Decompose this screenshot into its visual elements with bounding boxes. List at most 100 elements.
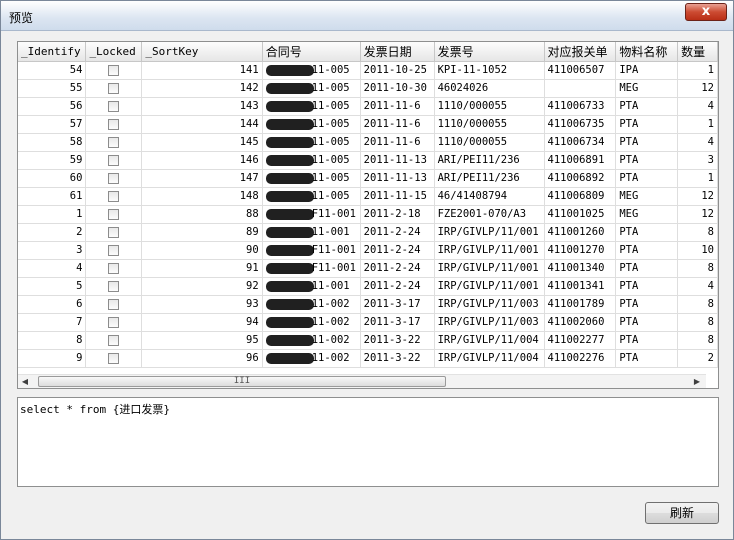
- contract-cell[interactable]: 11-005: [262, 187, 361, 206]
- column-header[interactable]: 发票日期: [360, 42, 435, 62]
- contract-cell[interactable]: 11-001: [262, 277, 361, 296]
- sortkey-cell[interactable]: 88: [141, 205, 263, 224]
- sortkey-cell[interactable]: 142: [141, 79, 263, 98]
- table-row[interactable]: 60 147 11-005 2011-11-13 ARI/PEI11/236 411006…: [18, 169, 718, 188]
- locked-cell[interactable]: [85, 277, 143, 296]
- customs-declaration-cell[interactable]: 411006734: [544, 133, 617, 152]
- quantity-cell[interactable]: 1: [677, 169, 718, 188]
- invoice-number-cell[interactable]: IRP/GIVLP/11/003: [434, 295, 545, 314]
- locked-checkbox[interactable]: [108, 82, 120, 94]
- locked-checkbox[interactable]: [108, 154, 120, 166]
- locked-checkbox[interactable]: [108, 334, 120, 346]
- table-row[interactable]: 6 93 11-002 2011-3-17 IRP/GIVLP/11/003 411001…: [18, 295, 718, 314]
- locked-checkbox[interactable]: [108, 64, 120, 76]
- locked-checkbox[interactable]: [108, 118, 120, 130]
- identify-cell[interactable]: 8: [18, 331, 87, 350]
- invoice-date-cell[interactable]: 2011-2-24: [360, 277, 435, 296]
- invoice-date-cell[interactable]: 2011-3-17: [360, 313, 435, 332]
- material-cell[interactable]: IPA: [615, 61, 679, 80]
- material-cell[interactable]: PTA: [615, 115, 679, 134]
- material-cell[interactable]: PTA: [615, 259, 679, 278]
- table-row[interactable]: 54 141 11-005 2011-10-25 KPI-11-1052 41100650…: [18, 61, 718, 80]
- sortkey-cell[interactable]: 93: [141, 295, 263, 314]
- identify-cell[interactable]: 60: [18, 169, 87, 188]
- contract-cell[interactable]: 11-005: [262, 79, 361, 98]
- quantity-cell[interactable]: 3: [677, 151, 718, 170]
- sortkey-cell[interactable]: 95: [141, 331, 263, 350]
- quantity-cell[interactable]: 8: [677, 223, 718, 242]
- column-header[interactable]: 发票号: [434, 42, 545, 62]
- customs-declaration-cell[interactable]: 411001340: [544, 259, 617, 278]
- quantity-cell[interactable]: 10: [677, 241, 718, 260]
- locked-cell[interactable]: [85, 349, 143, 368]
- locked-cell[interactable]: [85, 331, 143, 350]
- sortkey-cell[interactable]: 94: [141, 313, 263, 332]
- invoice-number-cell[interactable]: IRP/GIVLP/11/004: [434, 349, 545, 368]
- locked-cell[interactable]: [85, 223, 143, 242]
- customs-declaration-cell[interactable]: 411006809: [544, 187, 617, 206]
- identify-cell[interactable]: 55: [18, 79, 87, 98]
- material-cell[interactable]: PTA: [615, 277, 679, 296]
- close-button[interactable]: x: [685, 3, 727, 21]
- invoice-number-cell[interactable]: IRP/GIVLP/11/001: [434, 223, 545, 242]
- material-cell[interactable]: PTA: [615, 151, 679, 170]
- quantity-cell[interactable]: 8: [677, 313, 718, 332]
- customs-declaration-cell[interactable]: 411001260: [544, 223, 617, 242]
- table-row[interactable]: 59 146 11-005 2011-11-13 ARI/PEI11/236 411006…: [18, 151, 718, 170]
- table-row[interactable]: 1 88 F11-001 2011-2-18 FZE2001-070/A3 4110010…: [18, 205, 718, 224]
- identify-cell[interactable]: 7: [18, 313, 87, 332]
- quantity-cell[interactable]: 4: [677, 277, 718, 296]
- locked-cell[interactable]: [85, 259, 143, 278]
- invoice-number-cell[interactable]: 1110/000055: [434, 115, 545, 134]
- contract-cell[interactable]: 11-002: [262, 331, 361, 350]
- contract-cell[interactable]: F11-001: [262, 205, 361, 224]
- quantity-cell[interactable]: 8: [677, 295, 718, 314]
- invoice-date-cell[interactable]: 2011-11-13: [360, 151, 435, 170]
- scroll-right-icon[interactable]: ▶: [690, 375, 704, 388]
- invoice-date-cell[interactable]: 2011-2-24: [360, 241, 435, 260]
- contract-cell[interactable]: 11-005: [262, 61, 361, 80]
- sortkey-cell[interactable]: 92: [141, 277, 263, 296]
- customs-declaration-cell[interactable]: 411001270: [544, 241, 617, 260]
- quantity-cell[interactable]: 2: [677, 349, 718, 368]
- identify-cell[interactable]: 54: [18, 61, 87, 80]
- customs-declaration-cell[interactable]: 411002276: [544, 349, 617, 368]
- invoice-number-cell[interactable]: IRP/GIVLP/11/003: [434, 313, 545, 332]
- invoice-number-cell[interactable]: ARI/PEI11/236: [434, 169, 545, 188]
- invoice-date-cell[interactable]: 2011-11-6: [360, 133, 435, 152]
- table-row[interactable]: 4 91 F11-001 2011-2-24 IRP/GIVLP/11/001 41100…: [18, 259, 718, 278]
- quantity-cell[interactable]: 12: [677, 79, 718, 98]
- horizontal-scrollbar[interactable]: ◀ III ▶: [18, 374, 706, 388]
- invoice-date-cell[interactable]: 2011-10-25: [360, 61, 435, 80]
- material-cell[interactable]: PTA: [615, 133, 679, 152]
- identify-cell[interactable]: 4: [18, 259, 87, 278]
- table-row[interactable]: 3 90 F11-001 2011-2-24 IRP/GIVLP/11/001 41100…: [18, 241, 718, 260]
- contract-cell[interactable]: 11-002: [262, 349, 361, 368]
- sortkey-cell[interactable]: 91: [141, 259, 263, 278]
- locked-cell[interactable]: [85, 205, 143, 224]
- column-header[interactable]: _Locked: [85, 42, 143, 62]
- sortkey-cell[interactable]: 146: [141, 151, 263, 170]
- invoice-number-cell[interactable]: 1110/000055: [434, 97, 545, 116]
- customs-declaration-cell[interactable]: 411002060: [544, 313, 617, 332]
- contract-cell[interactable]: 11-001: [262, 223, 361, 242]
- quantity-cell[interactable]: 8: [677, 259, 718, 278]
- sortkey-cell[interactable]: 96: [141, 349, 263, 368]
- scroll-left-icon[interactable]: ◀: [18, 375, 32, 388]
- invoice-date-cell[interactable]: 2011-3-22: [360, 349, 435, 368]
- identify-cell[interactable]: 58: [18, 133, 87, 152]
- customs-declaration-cell[interactable]: 411006892: [544, 169, 617, 188]
- table-row[interactable]: 55 142 11-005 2011-10-30 46024026 MEG 12: [18, 79, 718, 98]
- table-row[interactable]: 9 96 11-002 2011-3-22 IRP/GIVLP/11/004 411002…: [18, 349, 718, 368]
- horizontal-scroll-thumb[interactable]: III: [38, 376, 446, 387]
- contract-cell[interactable]: 11-005: [262, 97, 361, 116]
- locked-cell[interactable]: [85, 151, 143, 170]
- identify-cell[interactable]: 2: [18, 223, 87, 242]
- contract-cell[interactable]: 11-005: [262, 169, 361, 188]
- sortkey-cell[interactable]: 144: [141, 115, 263, 134]
- sql-query-editor[interactable]: select * from {进口发票}: [17, 397, 719, 487]
- invoice-date-cell[interactable]: 2011-10-30: [360, 79, 435, 98]
- contract-cell[interactable]: 11-005: [262, 115, 361, 134]
- customs-declaration-cell[interactable]: [544, 79, 617, 98]
- column-header[interactable]: 数量: [677, 42, 718, 62]
